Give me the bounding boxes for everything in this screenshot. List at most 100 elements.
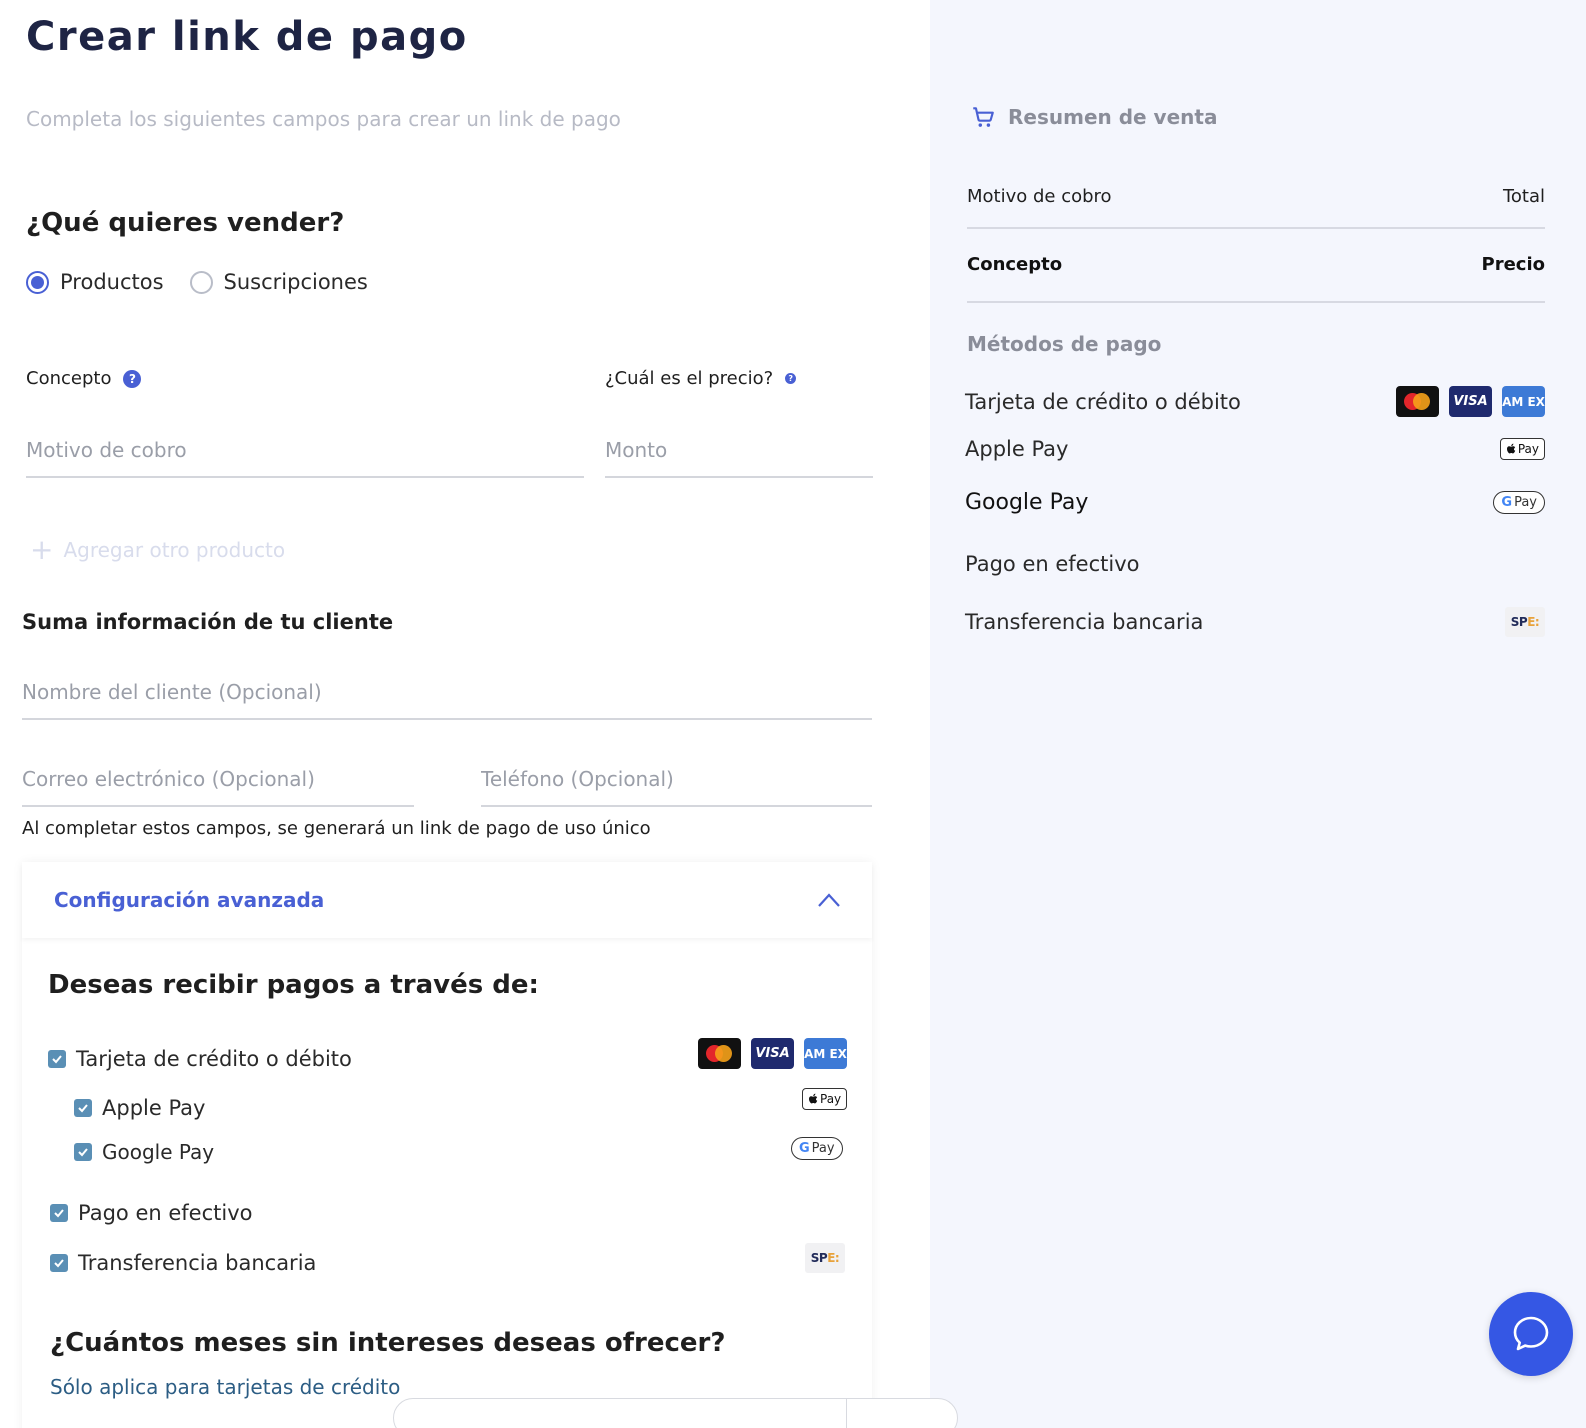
applepay-logo: Pay: [802, 1088, 848, 1110]
price-label: ¿Cuál es el precio?: [605, 368, 774, 389]
visa-icon: VISA: [1449, 386, 1492, 417]
summary-method-card: Tarjeta de crédito o débito VISA AM EX: [965, 386, 1545, 417]
card-logos: VISA AM EX: [698, 1038, 847, 1069]
payments-heading: Deseas recibir pagos a través de:: [48, 970, 539, 1000]
summary-method-cash: Pago en efectivo: [965, 552, 1545, 576]
summary-method-label: Tarjeta de crédito o débito: [965, 389, 1241, 414]
radio-selected-indicator[interactable]: [26, 270, 49, 294]
chevron-up-icon[interactable]: [818, 889, 840, 911]
client-email-input[interactable]: [22, 767, 414, 807]
method-label: Pago en efectivo: [78, 1201, 253, 1225]
advanced-config-card: Configuración avanzada Deseas recibir pa…: [22, 862, 872, 1428]
mastercard-icon: [1396, 386, 1439, 417]
advanced-config-title: Configuración avanzada: [54, 888, 325, 912]
summary-divider: [967, 301, 1545, 303]
bottom-bar-divider: [846, 1399, 847, 1428]
apple-pay-text: Pay: [1517, 442, 1539, 456]
page-subtitle: Completa los siguientes campos para crea…: [26, 107, 621, 131]
google-pay-icon: G Pay: [1493, 491, 1545, 514]
summary-method-label: Apple Pay: [965, 437, 1069, 461]
method-cash-row: Pago en efectivo: [50, 1201, 252, 1225]
checkbox-googlepay[interactable]: [74, 1143, 92, 1161]
summary-method-applepay: Apple Pay Pay: [965, 437, 1545, 461]
method-card-row: Tarjeta de crédito o débito: [48, 1047, 352, 1071]
google-g-icon: G: [1501, 495, 1513, 510]
chat-bubble-icon: [1513, 1316, 1549, 1351]
summary-header: Resumen de venta: [970, 104, 1217, 130]
help-icon[interactable]: ?: [785, 373, 797, 384]
method-label: Tarjeta de crédito o débito: [76, 1047, 352, 1071]
page-title: Crear link de pago: [26, 14, 468, 60]
msi-heading: ¿Cuántos meses sin intereses deseas ofre…: [50, 1328, 726, 1358]
summary-col-reason: Motivo de cobro: [967, 186, 1112, 207]
summary-panel: Resumen de venta Motivo de cobro Total C…: [930, 0, 1586, 1428]
advanced-config-toggle[interactable]: Configuración avanzada: [22, 862, 872, 938]
summary-item-price: Precio: [1481, 254, 1545, 275]
summary-method-label: Transferencia bancaria: [965, 610, 1204, 634]
method-applepay-row: Apple Pay: [74, 1096, 205, 1120]
msi-note: Sólo aplica para tarjetas de crédito: [50, 1375, 401, 1399]
client-name-input[interactable]: [22, 680, 872, 720]
concept-input[interactable]: [26, 438, 584, 478]
checkbox-card[interactable]: [48, 1050, 66, 1068]
summary-item-concept: Concepto: [967, 254, 1063, 275]
summary-columns: Motivo de cobro Total: [967, 186, 1545, 207]
client-heading: Suma información de tu cliente: [22, 610, 394, 634]
apple-icon: [1506, 443, 1516, 454]
summary-divider: [967, 227, 1545, 229]
summary-method-googlepay: Google Pay G Pay: [965, 490, 1545, 515]
apple-pay-icon: Pay: [1499, 438, 1545, 460]
radio-suscripciones[interactable]: Suscripciones: [189, 270, 368, 294]
client-phone-input[interactable]: [481, 767, 872, 807]
google-pay-text: Pay: [811, 1141, 835, 1156]
checkbox-cash[interactable]: [50, 1204, 68, 1222]
summary-method-transfer: Transferencia bancaria SP E:: [965, 607, 1545, 637]
summary-title: Resumen de venta: [1008, 105, 1218, 129]
price-input[interactable]: [605, 438, 873, 478]
google-g-icon: G: [799, 1141, 810, 1156]
method-googlepay-row: Google Pay: [74, 1140, 214, 1164]
google-pay-text: Pay: [1514, 495, 1537, 510]
amex-icon: AM EX: [804, 1038, 847, 1069]
mastercard-icon: [698, 1038, 741, 1069]
plus-icon: +: [30, 533, 54, 566]
spei-icon: SP E:: [1505, 607, 1545, 637]
googlepay-logo: G Pay: [791, 1137, 843, 1160]
summary-method-label: Pago en efectivo: [965, 552, 1140, 576]
radio-label: Productos: [60, 270, 164, 294]
apple-icon: [809, 1093, 818, 1104]
method-label: Apple Pay: [102, 1096, 206, 1120]
summary-method-label: Google Pay: [965, 490, 1089, 515]
help-icon[interactable]: ?: [123, 369, 142, 388]
radio-label: Suscripciones: [223, 270, 368, 294]
add-product-label: Agregar otro producto: [63, 538, 286, 562]
chat-button[interactable]: [1489, 1292, 1573, 1376]
radio-productos[interactable]: Productos: [26, 270, 164, 294]
apple-pay-text: Pay: [820, 1092, 842, 1106]
amex-icon: AM EX: [1502, 386, 1545, 417]
concept-label-group: Concepto ?: [26, 368, 142, 389]
bottom-action-bar[interactable]: [393, 1398, 958, 1428]
method-label: Google Pay: [102, 1140, 215, 1164]
checkbox-applepay[interactable]: [74, 1099, 92, 1117]
method-transfer-row: Transferencia bancaria: [50, 1251, 316, 1275]
sell-heading: ¿Qué quieres vender?: [26, 208, 345, 238]
add-product-button[interactable]: + Agregar otro producto: [30, 536, 285, 564]
summary-item-row: Concepto Precio: [967, 254, 1545, 275]
radio-indicator[interactable]: [189, 270, 213, 294]
single-use-note: Al completar estos campos, se generará u…: [22, 818, 651, 839]
sell-type-radio-group: Productos Suscripciones: [26, 270, 368, 294]
summary-col-total: Total: [1502, 186, 1545, 207]
spei-logo: SP E:: [805, 1243, 845, 1273]
card-logos: VISA AM EX: [1396, 386, 1545, 417]
form-panel: Crear link de pago Completa los siguient…: [0, 0, 930, 1428]
spei-icon: SP E:: [805, 1243, 845, 1273]
google-pay-icon: G Pay: [791, 1137, 843, 1160]
summary-methods-title: Métodos de pago: [967, 332, 1162, 356]
visa-icon: VISA: [751, 1038, 794, 1069]
checkbox-transfer[interactable]: [50, 1254, 68, 1272]
apple-pay-icon: Pay: [802, 1088, 848, 1110]
price-label-group: ¿Cuál es el precio? ?: [605, 368, 797, 389]
concept-label: Concepto: [26, 368, 112, 389]
method-label: Transferencia bancaria: [78, 1251, 317, 1275]
